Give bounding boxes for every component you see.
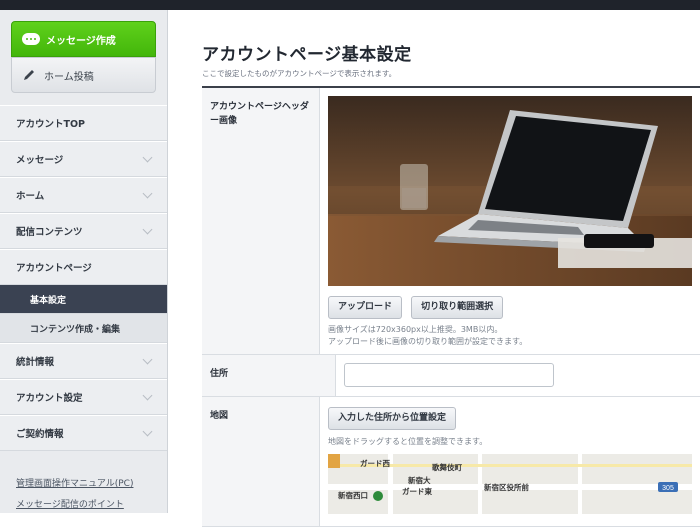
sidebar-item-label: アカウントTOP: [16, 119, 86, 130]
chevron-down-icon: [142, 188, 153, 198]
home-post-button[interactable]: ホーム投稿: [11, 57, 156, 93]
map-view[interactable]: 305 ガード西 歌舞伎町 新宿大 ガード東 新宿区役所前 新宿西口: [328, 454, 692, 514]
compose-message-label: メッセージ作成: [46, 35, 116, 47]
home-post-label: ホーム投稿: [44, 71, 94, 83]
upload-button[interactable]: アップロード: [328, 296, 403, 319]
chat-bubble-icon: [22, 33, 40, 45]
route-number-label: 305: [662, 485, 674, 492]
map-row: 地図 入力した住所から位置設定 地図をドラッグすると位置を調整できます。 305…: [202, 397, 700, 527]
crop-range-button[interactable]: 切り取り範囲選択: [411, 296, 504, 319]
map-label-shinjuku-dai: 新宿大: [408, 475, 431, 485]
sidebar-item-message[interactable]: メッセージ: [0, 141, 167, 177]
chevron-down-icon: [142, 426, 153, 436]
sidebar-links: 管理画面操作マニュアル(PC) メッセージ配信のポイント: [16, 474, 133, 516]
main-content: アカウントページ基本設定 ここで設定したものがアカウントページで表示されます。 …: [168, 10, 700, 527]
sidebar-item-label: 統計情報: [16, 357, 55, 368]
header-image-row: アカウントページヘッダー画像 アップロード 切り取り範囲選択 画像サイズは720…: [202, 88, 700, 355]
sidebar-item-label: アカウント設定: [16, 393, 83, 404]
sidebar-item-account-top[interactable]: アカウントTOP: [0, 105, 167, 141]
map-help: 地図をドラッグすると位置を調整できます。: [328, 437, 488, 446]
settings-table: アカウントページヘッダー画像 アップロード 切り取り範囲選択 画像サイズは720…: [202, 86, 700, 527]
address-row: 住所: [202, 355, 700, 397]
page-title: アカウントページ基本設定: [202, 45, 412, 65]
map-label-ward-office: 新宿区役所前: [484, 482, 529, 492]
sidebar-item-label: メッセージ: [16, 155, 64, 166]
sidebar-item-account-settings[interactable]: アカウント設定: [0, 379, 167, 415]
top-bar: [0, 0, 700, 10]
address-input[interactable]: [344, 363, 554, 387]
map-label: 地図: [202, 397, 320, 526]
crop-help: アップロード後に画像の切り取り範囲が設定できます。: [328, 337, 528, 346]
sidebar-item-contract[interactable]: ご契約情報: [0, 415, 167, 451]
chevron-down-icon: [142, 390, 153, 400]
header-image-label: アカウントページヘッダー画像: [202, 88, 320, 354]
chevron-down-icon: [142, 152, 153, 162]
sidebar-item-label: 配信コンテンツ: [16, 227, 83, 238]
sidebar-item-statistics[interactable]: 統計情報: [0, 343, 167, 379]
sidebar-nav: アカウントTOP メッセージ ホーム 配信コンテンツ アカウントページ 基本設定…: [0, 105, 167, 451]
map-label-garde-west: ガード西: [360, 458, 390, 468]
sidebar-subitem-basic-settings[interactable]: 基本設定: [0, 285, 167, 314]
sidebar-item-label: ご契約情報: [16, 429, 64, 440]
sidebar-subitem-content-edit[interactable]: コンテンツ作成・編集: [0, 314, 167, 343]
sidebar-subitem-label: コンテンツ作成・編集: [30, 324, 121, 335]
map-label-nishiguchi: 新宿西口: [338, 490, 368, 500]
address-label: 住所: [202, 355, 336, 396]
chevron-down-icon: [142, 224, 153, 234]
sidebar-item-label: アカウントページ: [16, 263, 92, 274]
sidebar-item-account-page[interactable]: アカウントページ: [0, 249, 167, 285]
compose-message-button[interactable]: メッセージ作成: [11, 21, 156, 57]
sidebar-item-contents[interactable]: 配信コンテンツ: [0, 213, 167, 249]
sidebar-item-home[interactable]: ホーム: [0, 177, 167, 213]
sidebar-subitem-label: 基本設定: [30, 295, 67, 306]
manual-link[interactable]: 管理画面操作マニュアル(PC): [16, 474, 133, 495]
header-image-preview: [328, 96, 692, 286]
map-label-garde-east: ガード東: [402, 486, 432, 496]
sidebar: メッセージ作成 ホーム投稿 アカウントTOP メッセージ ホーム 配信コンテンツ…: [0, 10, 168, 513]
set-location-button[interactable]: 入力した住所から位置設定: [328, 407, 457, 430]
station-marker-icon: [373, 491, 383, 501]
chevron-down-icon: [142, 354, 153, 364]
page-subtitle: ここで設定したものがアカウントページで表示されます。: [202, 69, 397, 78]
pencil-icon: [24, 70, 34, 80]
image-size-help: 画像サイズは720x360px以上推奨。3MB以内。: [328, 325, 503, 334]
sidebar-item-label: ホーム: [16, 191, 45, 202]
map-label-kabukicho: 歌舞伎町: [432, 462, 462, 472]
